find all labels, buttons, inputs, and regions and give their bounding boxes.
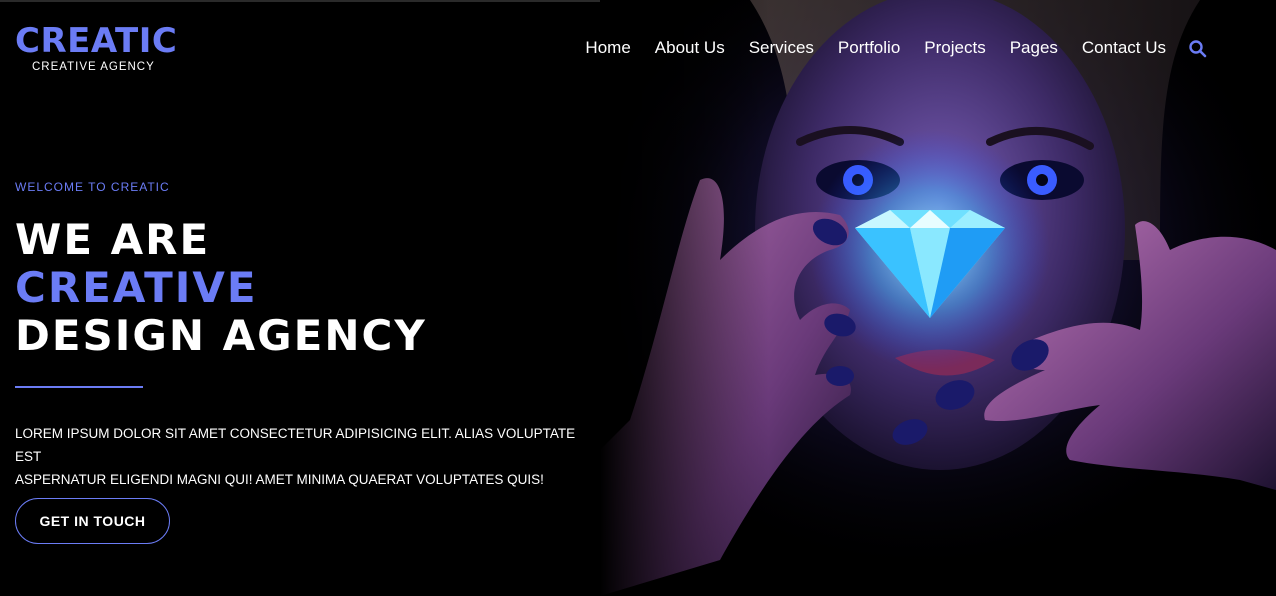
brand-name: CREATIC <box>15 21 178 61</box>
hero-divider <box>15 386 143 388</box>
headline-line-1: WE ARE <box>15 215 211 264</box>
nav-contact-us[interactable]: Contact Us <box>1082 38 1166 58</box>
nav-pages[interactable]: Pages <box>1010 38 1058 58</box>
hero-description-line-1: LOREM IPSUM DOLOR SIT AMET CONSECTETUR A… <box>15 426 576 464</box>
search-icon[interactable] <box>1188 39 1208 59</box>
hero-description-line-2: ASPERNATUR ELIGENDI MAGNI QUI! AMET MINI… <box>15 472 544 487</box>
headline-line-2: CREATIVE <box>15 263 258 312</box>
nav-about-us[interactable]: About Us <box>655 38 725 58</box>
get-in-touch-button[interactable]: GET IN TOUCH <box>15 498 170 544</box>
hero-description: LOREM IPSUM DOLOR SIT AMET CONSECTETUR A… <box>15 422 605 491</box>
brand-logo[interactable]: CREATIC CREATIVE AGENCY <box>15 21 178 73</box>
brand-tagline: CREATIVE AGENCY <box>32 61 155 73</box>
nav-projects[interactable]: Projects <box>924 38 985 58</box>
nav-portfolio[interactable]: Portfolio <box>838 38 900 58</box>
main-nav: Home About Us Services Portfolio Project… <box>585 38 1166 58</box>
hero-eyebrow: WELCOME TO CREATIC <box>15 180 170 194</box>
hero-image <box>600 0 1276 596</box>
hero-headline: WE ARE CREATIVE DESIGN AGENCY <box>15 216 427 360</box>
headline-line-3: DESIGN AGENCY <box>15 311 427 360</box>
nav-home[interactable]: Home <box>585 38 630 58</box>
nav-services[interactable]: Services <box>749 38 814 58</box>
